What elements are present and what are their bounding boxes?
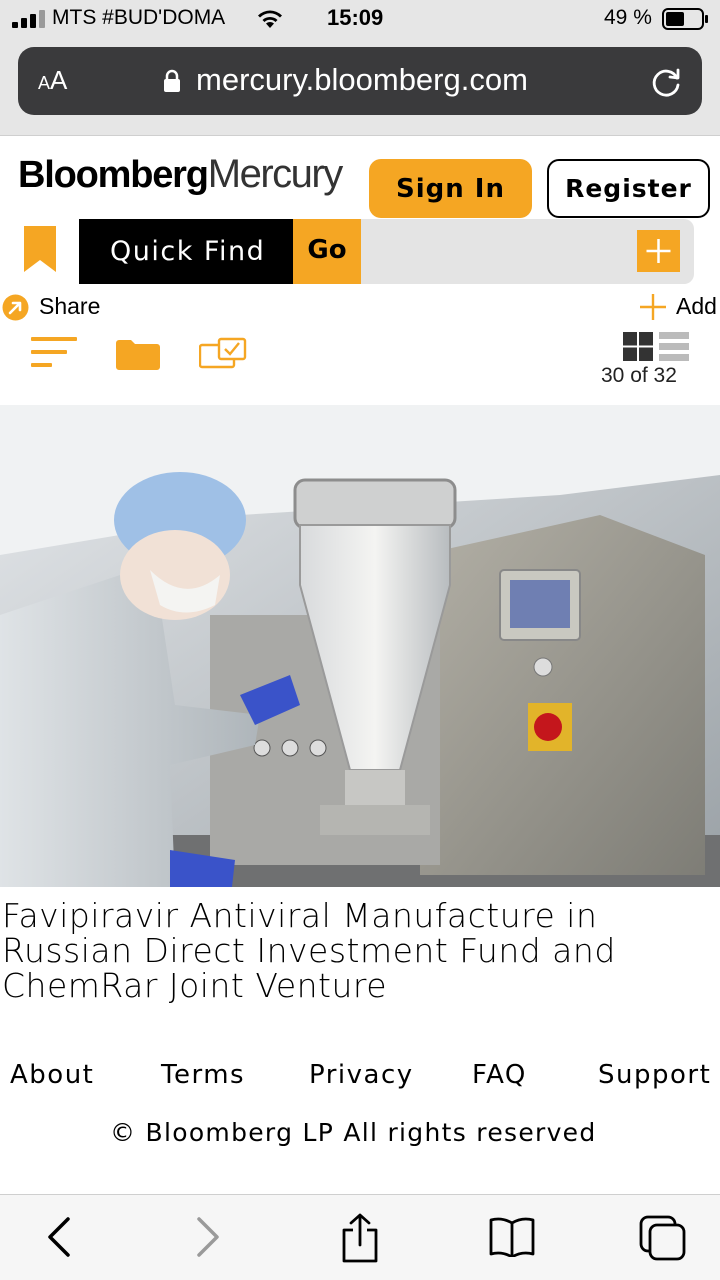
copyright-notice: © Bloomberg LP All rights reserved [110, 1118, 597, 1147]
register-button[interactable]: Register [547, 159, 710, 218]
folder-icon[interactable] [116, 339, 160, 370]
plus-icon [646, 239, 671, 263]
quick-find-label: Quick Find [79, 219, 293, 284]
add-label: Add [676, 293, 717, 319]
carrier-name: MTS #BUD'DOMA [52, 6, 226, 29]
sign-in-button[interactable]: Sign In [369, 159, 532, 218]
text-size-button[interactable]: AA [38, 65, 67, 96]
browser-address-area: AA mercury.bloomberg.com [0, 40, 720, 136]
bloomberg-mercury-logo[interactable]: BloombergMercury [18, 152, 343, 204]
share-sheet-icon[interactable] [340, 1213, 380, 1263]
url-text[interactable]: mercury.bloomberg.com [196, 62, 528, 98]
browser-toolbar [0, 1194, 720, 1280]
status-bar: MTS #BUD'DOMA 15:09 49 % [0, 0, 720, 40]
footer-link-privacy[interactable]: Privacy [309, 1060, 414, 1090]
list-view-icon[interactable] [659, 332, 689, 361]
battery-percent: 49 % [604, 6, 652, 29]
plus-icon [640, 294, 666, 320]
back-icon[interactable] [44, 1215, 74, 1259]
footer-link-terms[interactable]: Terms [161, 1060, 245, 1090]
battery-icon [662, 8, 708, 30]
go-button[interactable]: Go [293, 219, 361, 284]
signal-icon [12, 10, 45, 28]
add-button[interactable]: Add [638, 292, 720, 322]
footer-link-faq[interactable]: FAQ [472, 1060, 527, 1090]
forward-icon[interactable] [193, 1215, 223, 1259]
wifi-icon [258, 10, 282, 28]
book-icon[interactable] [489, 1217, 535, 1257]
clock: 15:09 [327, 5, 384, 30]
sort-lines-icon[interactable] [31, 337, 78, 367]
reload-icon[interactable] [650, 65, 684, 99]
footer-link-about[interactable]: About [10, 1060, 94, 1090]
footer-link-support[interactable]: Support [598, 1060, 711, 1090]
grid-view-icon[interactable] [623, 332, 653, 361]
multi-select-icon[interactable] [199, 337, 247, 369]
article-caption: Favipiravir Antiviral Manufacture in Rus… [2, 896, 616, 1005]
address-bar[interactable]: AA mercury.bloomberg.com [18, 47, 702, 115]
image-counter: 30 of 32 [601, 364, 677, 387]
bookmark-icon[interactable] [24, 226, 56, 272]
add-plus-button[interactable] [637, 230, 680, 272]
lock-icon [164, 69, 180, 92]
lab-equipment-photo [0, 405, 720, 887]
tabs-icon[interactable] [639, 1215, 687, 1261]
article-photo[interactable] [0, 405, 720, 887]
share-label: Share [39, 293, 101, 319]
share-arrow-icon [2, 294, 29, 321]
